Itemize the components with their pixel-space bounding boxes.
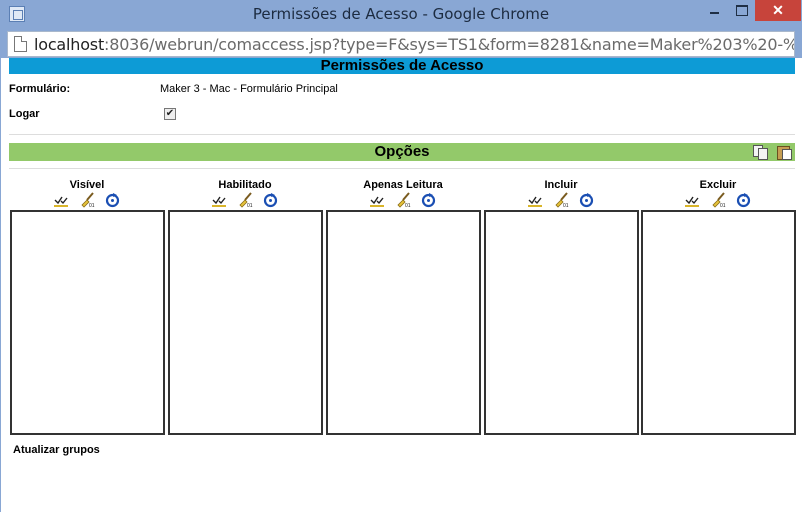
- options-header: Opções: [9, 143, 795, 161]
- maximize-button[interactable]: [728, 0, 754, 21]
- logar-label: Logar: [9, 108, 40, 120]
- check-all-icon[interactable]: [369, 192, 386, 208]
- refresh-icon[interactable]: [735, 192, 752, 208]
- column-tools-habilitado: 01: [168, 192, 322, 209]
- brush-icon[interactable]: 01: [395, 192, 412, 209]
- logar-checkbox[interactable]: ✔: [164, 108, 176, 120]
- check-all-icon[interactable]: [684, 192, 701, 208]
- listbox-incluir[interactable]: [484, 210, 639, 435]
- page-title: Permissões de Acesso: [9, 58, 795, 74]
- form-value: Maker 3 - Mac - Formulário Principal: [160, 83, 338, 95]
- url-text: localhost:8036/webrun/comaccess.jsp?type…: [34, 35, 794, 54]
- column-title-incluir: Incluir: [544, 179, 578, 191]
- window-titlebar: Permissões de Acesso - Google Chrome ✕: [0, 0, 802, 29]
- brush-icon[interactable]: 01: [710, 192, 727, 209]
- page-content: Permissões de Acesso Formulário: Maker 3…: [0, 58, 802, 512]
- svg-text:01: 01: [89, 203, 95, 208]
- listbox-visivel[interactable]: [10, 210, 165, 435]
- column-tools-apenas-leitura: 01: [326, 192, 480, 209]
- column-title-excluir: Excluir: [699, 179, 737, 191]
- options-title: Opções: [374, 143, 430, 160]
- update-groups-link[interactable]: Atualizar grupos: [13, 444, 100, 456]
- svg-text:01: 01: [405, 203, 411, 208]
- url-host: localhost: [34, 35, 105, 54]
- svg-text:01: 01: [247, 203, 253, 208]
- copy-icon[interactable]: [752, 144, 768, 160]
- paste-icon[interactable]: [776, 144, 792, 160]
- svg-text:01: 01: [563, 203, 569, 208]
- column-title-habilitado: Habilitado: [218, 179, 272, 191]
- divider: [9, 168, 795, 169]
- column-tools-excluir: 01: [641, 192, 795, 209]
- brush-icon[interactable]: 01: [237, 192, 254, 209]
- svg-text:01: 01: [720, 203, 726, 208]
- url-path: :8036/webrun/comaccess.jsp?type=F&sys=TS…: [104, 35, 794, 54]
- listbox-habilitado[interactable]: [168, 210, 323, 435]
- url-field[interactable]: localhost:8036/webrun/comaccess.jsp?type…: [7, 31, 795, 57]
- form-label: Formulário:: [9, 83, 71, 95]
- check-all-icon[interactable]: [211, 192, 228, 208]
- column-title-apenas-leitura: Apenas Leitura: [363, 179, 443, 191]
- refresh-icon[interactable]: [262, 192, 279, 208]
- minimize-button[interactable]: [701, 0, 728, 21]
- column-tools-visivel: 01: [10, 192, 164, 209]
- check-all-icon[interactable]: [527, 192, 544, 208]
- window-title: Permissões de Acesso - Google Chrome: [252, 5, 550, 23]
- listbox-apenas-leitura[interactable]: [326, 210, 481, 435]
- page-icon: [14, 36, 27, 52]
- brush-icon[interactable]: 01: [553, 192, 570, 209]
- close-button[interactable]: ✕: [755, 0, 801, 21]
- divider: [9, 134, 795, 135]
- column-title-visivel: Visível: [69, 179, 105, 191]
- refresh-icon[interactable]: [104, 192, 121, 208]
- check-all-icon[interactable]: [53, 192, 70, 208]
- brush-icon[interactable]: 01: [79, 192, 96, 209]
- refresh-icon[interactable]: [578, 192, 595, 208]
- refresh-icon[interactable]: [420, 192, 437, 208]
- listbox-excluir[interactable]: [641, 210, 796, 435]
- address-bar: localhost:8036/webrun/comaccess.jsp?type…: [0, 29, 802, 58]
- column-tools-incluir: 01: [484, 192, 638, 209]
